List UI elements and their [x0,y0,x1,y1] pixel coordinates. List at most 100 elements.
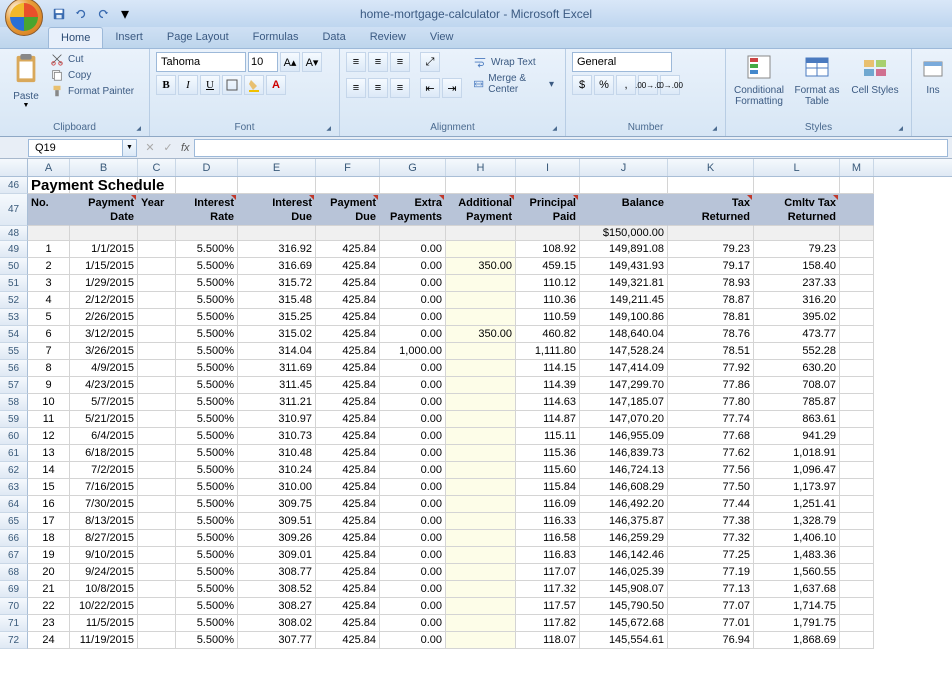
cell[interactable]: 1,096.47 [754,462,840,479]
cell[interactable] [138,581,176,598]
cell[interactable]: 7 [28,343,70,360]
cell[interactable] [840,445,874,462]
align-middle-icon[interactable]: ≡ [368,52,388,72]
cell[interactable] [840,547,874,564]
cell[interactable] [138,513,176,530]
cell[interactable]: 149,431.93 [580,258,668,275]
cell[interactable]: 115.84 [516,479,580,496]
row-header[interactable]: 49 [0,241,28,258]
redo-icon[interactable] [94,5,112,23]
cell[interactable] [446,513,516,530]
row-header[interactable]: 69 [0,581,28,598]
cell[interactable]: 0.00 [380,615,446,632]
cell[interactable]: 23 [28,615,70,632]
cell[interactable]: 116.58 [516,530,580,547]
cell[interactable]: 118.07 [516,632,580,649]
cell[interactable]: InterestRate [176,194,238,226]
cell[interactable] [446,241,516,258]
cell[interactable]: 3/26/2015 [70,343,138,360]
cut-button[interactable]: Cut [50,52,134,66]
cell[interactable]: 5.500% [176,275,238,292]
row-header[interactable]: 64 [0,496,28,513]
cell[interactable]: 0.00 [380,462,446,479]
cell[interactable]: 459.15 [516,258,580,275]
cell[interactable] [840,309,874,326]
cell[interactable]: 5.500% [176,462,238,479]
cell[interactable]: 115.60 [516,462,580,479]
cell[interactable]: 77.32 [668,530,754,547]
format-as-table-button[interactable]: Format as Table [790,52,844,107]
enter-formula-icon[interactable]: ✓ [159,138,177,158]
cell[interactable] [446,411,516,428]
cell[interactable]: 425.84 [316,547,380,564]
cell[interactable] [840,241,874,258]
copy-button[interactable]: Copy [50,68,134,82]
cell[interactable]: 425.84 [316,428,380,445]
cell[interactable]: 5.500% [176,326,238,343]
row-header[interactable]: 53 [0,309,28,326]
cell[interactable]: 10 [28,394,70,411]
cell[interactable] [840,177,874,194]
cell[interactable]: 146,259.29 [580,530,668,547]
cell[interactable]: 78.93 [668,275,754,292]
increase-decimal-icon[interactable]: .00→.0 [638,75,658,95]
cell[interactable]: 77.13 [668,581,754,598]
cell[interactable]: 311.45 [238,377,316,394]
save-icon[interactable] [50,5,68,23]
cell[interactable]: 552.28 [754,343,840,360]
cell[interactable]: 6/18/2015 [70,445,138,462]
cell[interactable]: 425.84 [316,394,380,411]
cell[interactable]: Payment Schedule [28,177,70,194]
cell[interactable] [840,632,874,649]
tab-review[interactable]: Review [358,27,418,48]
cell[interactable]: 2 [28,258,70,275]
cell[interactable]: Year [138,194,176,226]
col-header-J[interactable]: J [580,159,668,176]
cell[interactable]: 116.33 [516,513,580,530]
cell[interactable]: 1 [28,241,70,258]
qat-dropdown-icon[interactable]: ▾ [116,5,134,23]
cell[interactable] [138,632,176,649]
name-box[interactable]: Q19 [28,139,123,157]
cell[interactable]: 149,100.86 [580,309,668,326]
cell[interactable] [840,258,874,275]
cell[interactable] [446,343,516,360]
cell[interactable] [138,343,176,360]
cell[interactable] [380,226,446,241]
cell[interactable]: 425.84 [316,530,380,547]
font-color-button[interactable]: A [266,75,286,95]
cell[interactable]: 0.00 [380,564,446,581]
cell[interactable]: 314.04 [238,343,316,360]
col-header-D[interactable]: D [176,159,238,176]
cell[interactable]: 15 [28,479,70,496]
number-format-select[interactable] [572,52,672,72]
cell[interactable]: 425.84 [316,377,380,394]
cell[interactable]: 145,672.68 [580,615,668,632]
cell[interactable] [176,226,238,241]
cell[interactable] [138,496,176,513]
cell[interactable]: 425.84 [316,598,380,615]
row-header[interactable]: 59 [0,411,28,428]
row-header[interactable]: 71 [0,615,28,632]
cell[interactable]: 0.00 [380,258,446,275]
cell[interactable]: 8 [28,360,70,377]
cell[interactable]: 941.29 [754,428,840,445]
cell[interactable]: 5.500% [176,292,238,309]
cell[interactable]: 0.00 [380,411,446,428]
format-painter-button[interactable]: Format Painter [50,84,134,98]
cell[interactable] [446,530,516,547]
cell[interactable] [840,360,874,377]
cell[interactable]: 307.77 [238,632,316,649]
cell[interactable]: 308.27 [238,598,316,615]
cell[interactable]: 5.500% [176,428,238,445]
cell[interactable]: PrincipalPaid [516,194,580,226]
cell[interactable]: 425.84 [316,564,380,581]
cell[interactable] [138,615,176,632]
cell[interactable] [138,377,176,394]
cell[interactable]: 630.20 [754,360,840,377]
cell[interactable] [754,226,840,241]
cell[interactable] [446,445,516,462]
cell[interactable]: 4/9/2015 [70,360,138,377]
cell[interactable]: 0.00 [380,292,446,309]
cell[interactable] [446,632,516,649]
